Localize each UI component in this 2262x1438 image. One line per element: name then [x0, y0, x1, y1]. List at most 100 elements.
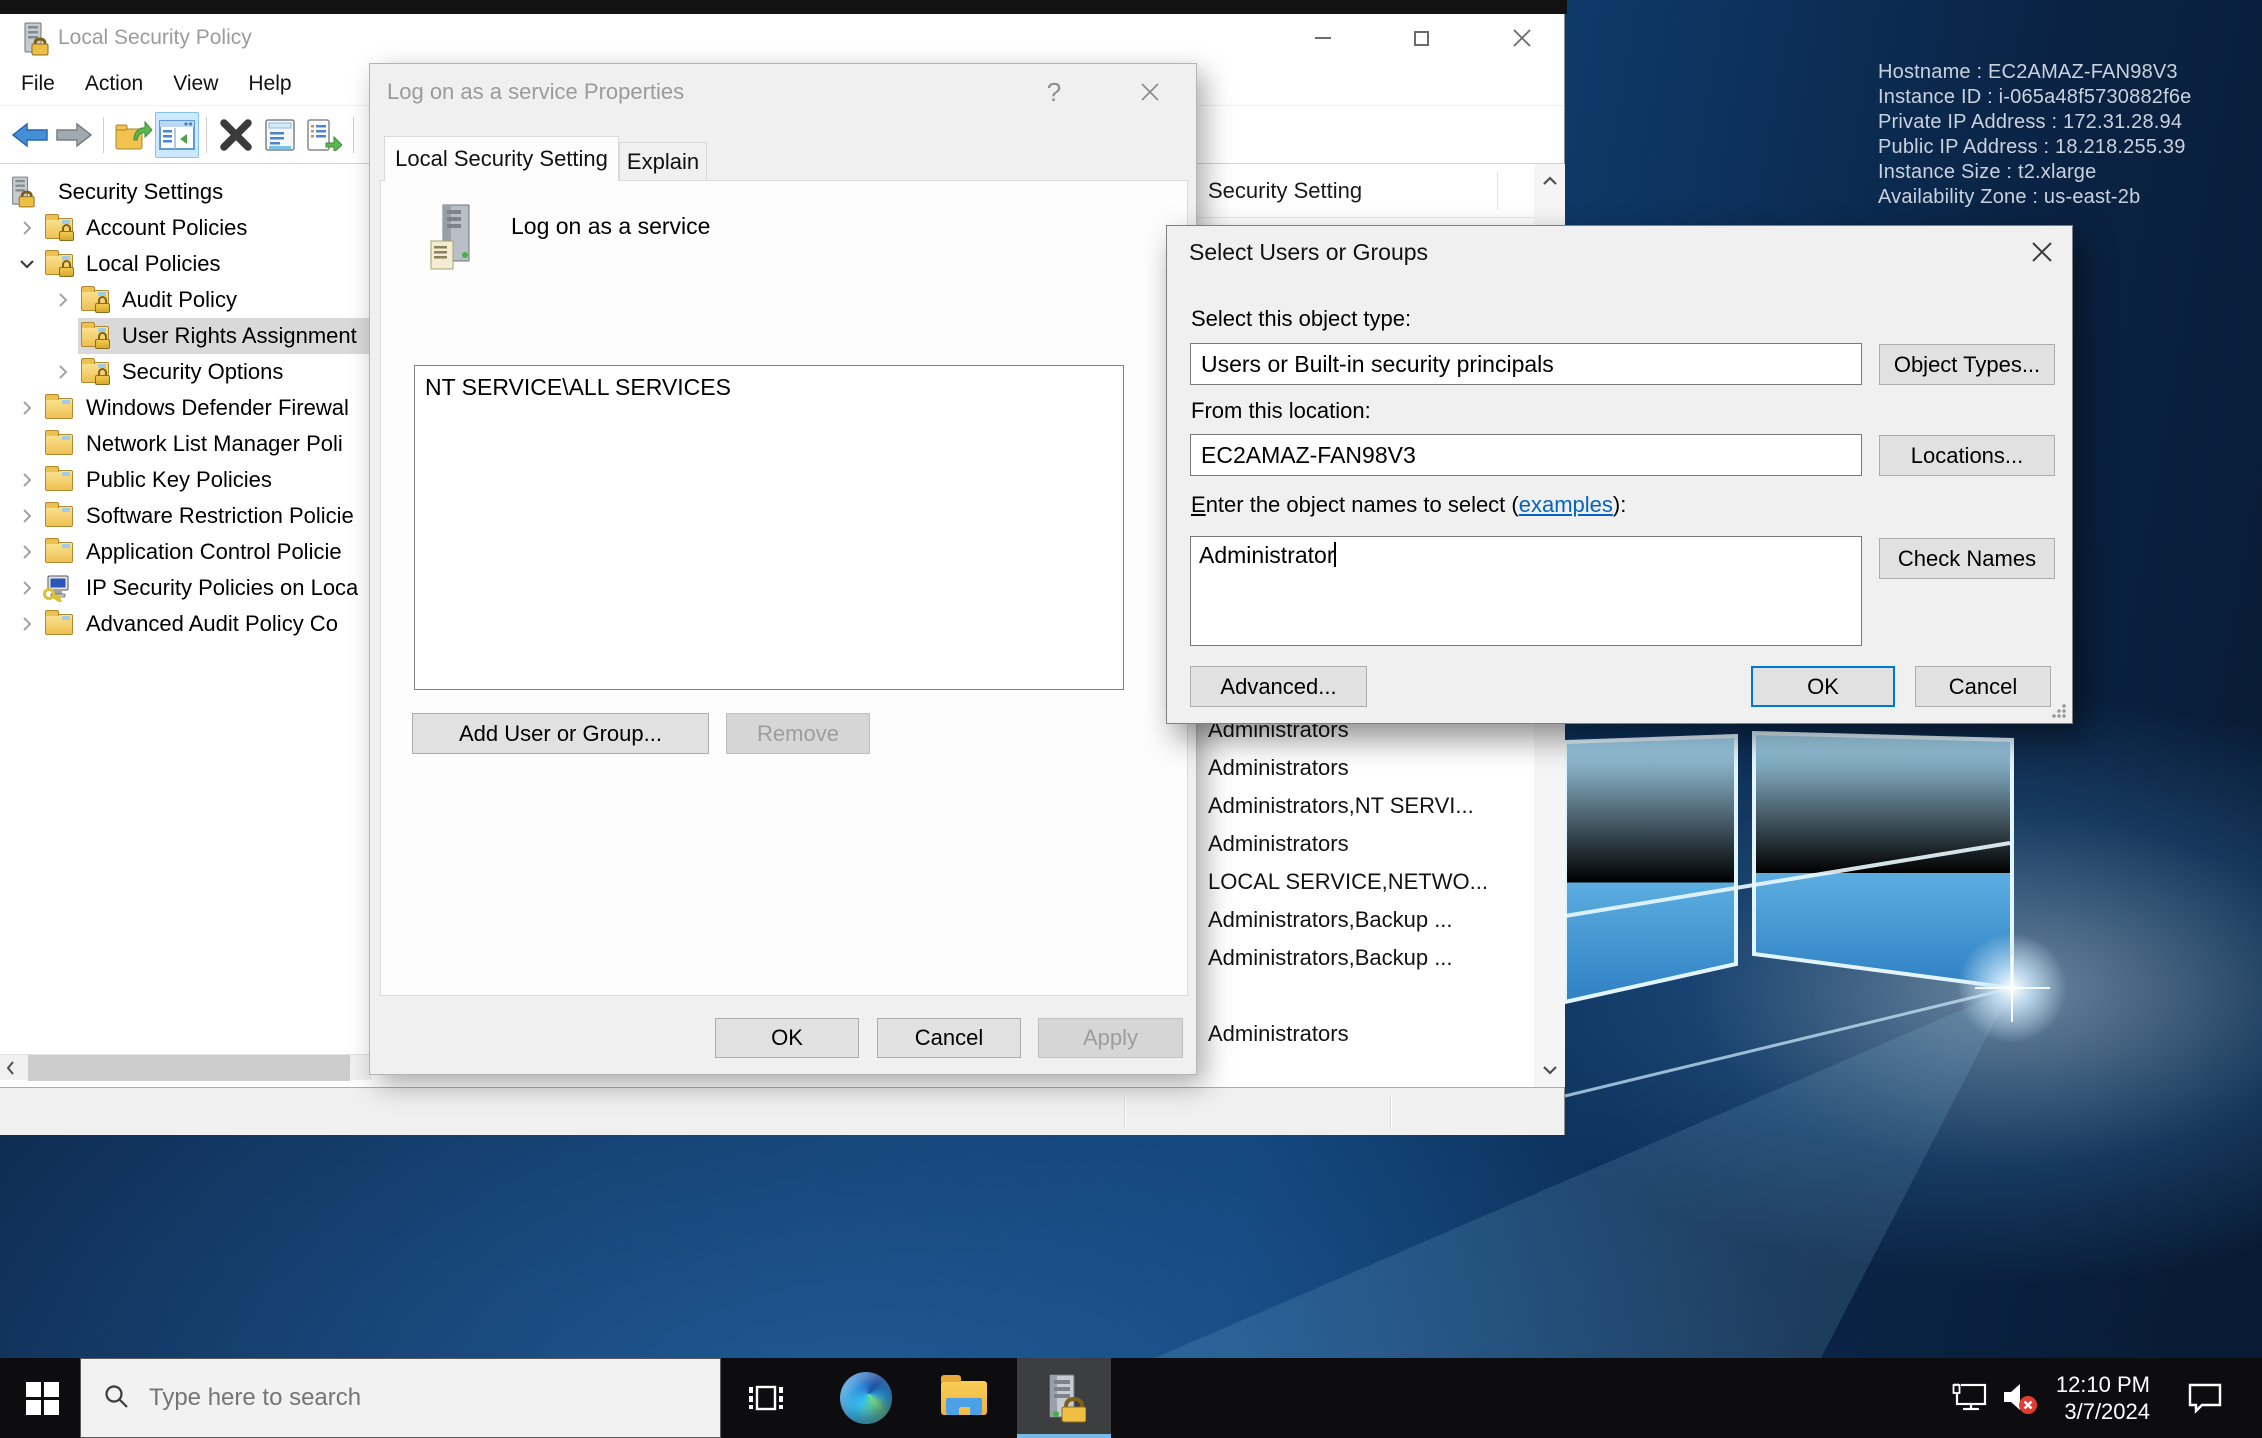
tree-item-account-policies[interactable]: Account Policies [0, 210, 372, 246]
chevron-right-icon[interactable] [12, 616, 42, 632]
close-icon [2031, 241, 2053, 263]
object-type-field[interactable]: Users or Built-in security principals [1190, 343, 1862, 385]
close-button[interactable] [1495, 14, 1549, 62]
label-text: nter the object names to select ( [1206, 492, 1519, 517]
tree-horizontal-scrollbar[interactable] [0, 1054, 372, 1080]
folder-lock-icon [78, 326, 114, 347]
scroll-up-icon[interactable] [1534, 164, 1565, 198]
select-ok-button[interactable]: OK [1751, 666, 1895, 707]
tree-item-security-options[interactable]: Security Options [0, 354, 372, 390]
chevron-right-icon[interactable] [12, 508, 42, 524]
tab-local-security-setting[interactable]: Local Security Setting [384, 136, 619, 181]
forward-button[interactable] [52, 112, 96, 158]
column-divider[interactable] [1497, 172, 1498, 210]
tree-item-ip-security-policies[interactable]: IP Security Policies on Loca [0, 570, 372, 606]
help-button[interactable]: ? [1022, 64, 1086, 120]
start-button[interactable] [14, 1358, 70, 1438]
scroll-down-icon[interactable] [1534, 1053, 1565, 1087]
menu-action[interactable]: Action [70, 62, 158, 106]
list-row[interactable]: Administrators [1208, 755, 1349, 781]
tree-item-software-restriction-policies[interactable]: Software Restriction Policie [0, 498, 372, 534]
tree-item-label: Audit Policy [122, 287, 237, 313]
column-header-security-setting[interactable]: Security Setting [1208, 164, 1362, 218]
chevron-right-icon[interactable] [48, 364, 78, 380]
chevron-right-icon[interactable] [12, 220, 42, 236]
menu-view[interactable]: View [158, 62, 233, 106]
add-user-or-group-button[interactable]: Add User or Group... [412, 713, 709, 754]
task-view-button[interactable] [731, 1358, 801, 1438]
network-status-icon[interactable] [1944, 1358, 1994, 1438]
tab-explain[interactable]: Explain [619, 142, 707, 181]
select-cancel-button[interactable]: Cancel [1915, 666, 2051, 707]
info-instance-size: Instance Size : t2.xlarge [1878, 160, 2192, 185]
button-label: Locations... [1911, 443, 2024, 469]
tree-item-audit-policy[interactable]: Audit Policy [0, 282, 372, 318]
chevron-right-icon[interactable] [12, 472, 42, 488]
member-item[interactable]: NT SERVICE\ALL SERVICES [425, 374, 731, 400]
maximize-button[interactable] [1394, 14, 1448, 62]
show-console-tree-button[interactable] [155, 112, 199, 158]
info-private-ip: Private IP Address : 172.31.28.94 [1878, 110, 2192, 135]
search-input[interactable] [147, 1383, 607, 1413]
folder-lock-icon [78, 362, 114, 383]
edge-browser-button[interactable] [831, 1358, 901, 1438]
scroll-left-icon[interactable] [0, 1055, 20, 1081]
tree-item-application-control-policies[interactable]: Application Control Policie [0, 534, 372, 570]
taskbar-search[interactable] [80, 1358, 721, 1438]
action-center-button[interactable] [2180, 1358, 2230, 1438]
examples-link[interactable]: examples [1519, 492, 1613, 517]
list-row[interactable]: Administrators [1208, 831, 1349, 857]
advanced-button[interactable]: Advanced... [1190, 666, 1367, 707]
chevron-right-icon[interactable] [48, 292, 78, 308]
object-types-button[interactable]: Object Types... [1879, 344, 2055, 385]
resize-grip[interactable] [2052, 704, 2066, 718]
menu-help[interactable]: Help [233, 62, 306, 106]
file-explorer-button[interactable] [929, 1358, 999, 1438]
tree-item-advanced-audit-policy[interactable]: Advanced Audit Policy Co [0, 606, 372, 642]
folder-lock-icon [78, 290, 114, 311]
menu-file[interactable]: File [6, 62, 70, 106]
export-list-button[interactable] [302, 112, 346, 158]
chevron-right-icon[interactable] [12, 400, 42, 416]
volume-muted-icon[interactable] [1996, 1358, 2046, 1438]
dialog-close-button[interactable] [2010, 226, 2074, 278]
taskbar-clock[interactable]: 12:10 PM 3/7/2024 [2040, 1358, 2150, 1438]
locations-button[interactable]: Locations... [1879, 435, 2055, 476]
tree-item-local-policies[interactable]: Local Policies [0, 246, 372, 282]
tree-item-windows-defender-firewall[interactable]: Windows Defender Firewal [0, 390, 372, 426]
tree-item-security-settings[interactable]: Security Settings [0, 174, 372, 210]
list-row[interactable]: LOCAL SERVICE,NETWO... [1208, 869, 1488, 895]
tree-item-network-list-manager[interactable]: Network List Manager Poli [0, 426, 372, 462]
minimize-button[interactable] [1296, 14, 1350, 62]
taskbar: 12:10 PM 3/7/2024 [0, 1358, 2262, 1438]
list-row[interactable]: Administrators [1208, 1021, 1349, 1047]
chevron-right-icon[interactable] [12, 580, 42, 596]
members-listbox[interactable]: NT SERVICE\ALL SERVICES [414, 365, 1124, 690]
title-bar[interactable]: Local Security Policy [0, 14, 1564, 62]
delete-button[interactable] [214, 112, 258, 158]
dialog-close-button[interactable] [1118, 64, 1182, 120]
local-security-policy-taskbar-button[interactable] [1017, 1358, 1111, 1438]
check-names-button[interactable]: Check Names [1879, 538, 2055, 579]
object-names-input[interactable]: Administrator [1190, 536, 1862, 646]
properties-cancel-button[interactable]: Cancel [877, 1018, 1021, 1058]
properties-button[interactable] [258, 112, 302, 158]
tree-item-user-rights-assignment[interactable]: User Rights Assignment [0, 318, 372, 354]
info-hostname: Hostname : EC2AMAZ-FAN98V3 [1878, 60, 2192, 85]
location-field[interactable]: EC2AMAZ-FAN98V3 [1190, 434, 1862, 476]
properties-ok-button[interactable]: OK [715, 1018, 859, 1058]
properties-apply-button: Apply [1038, 1018, 1183, 1058]
chevron-right-icon[interactable] [12, 544, 42, 560]
chevron-down-icon[interactable] [12, 259, 42, 269]
tree-item-label: User Rights Assignment [122, 323, 357, 349]
folder-icon [42, 470, 78, 491]
tree-item-public-key-policies[interactable]: Public Key Policies [0, 462, 372, 498]
object-type-value: Users or Built-in security principals [1201, 351, 1554, 378]
list-row[interactable]: Administrators,Backup ... [1208, 945, 1453, 971]
export-button[interactable] [111, 112, 155, 158]
scrollbar-thumb[interactable] [28, 1055, 350, 1081]
list-row[interactable]: Administrators,Backup ... [1208, 907, 1453, 933]
action-center-icon [2186, 1381, 2224, 1415]
list-row[interactable]: Administrators,NT SERVI... [1208, 793, 1474, 819]
back-button[interactable] [8, 112, 52, 158]
